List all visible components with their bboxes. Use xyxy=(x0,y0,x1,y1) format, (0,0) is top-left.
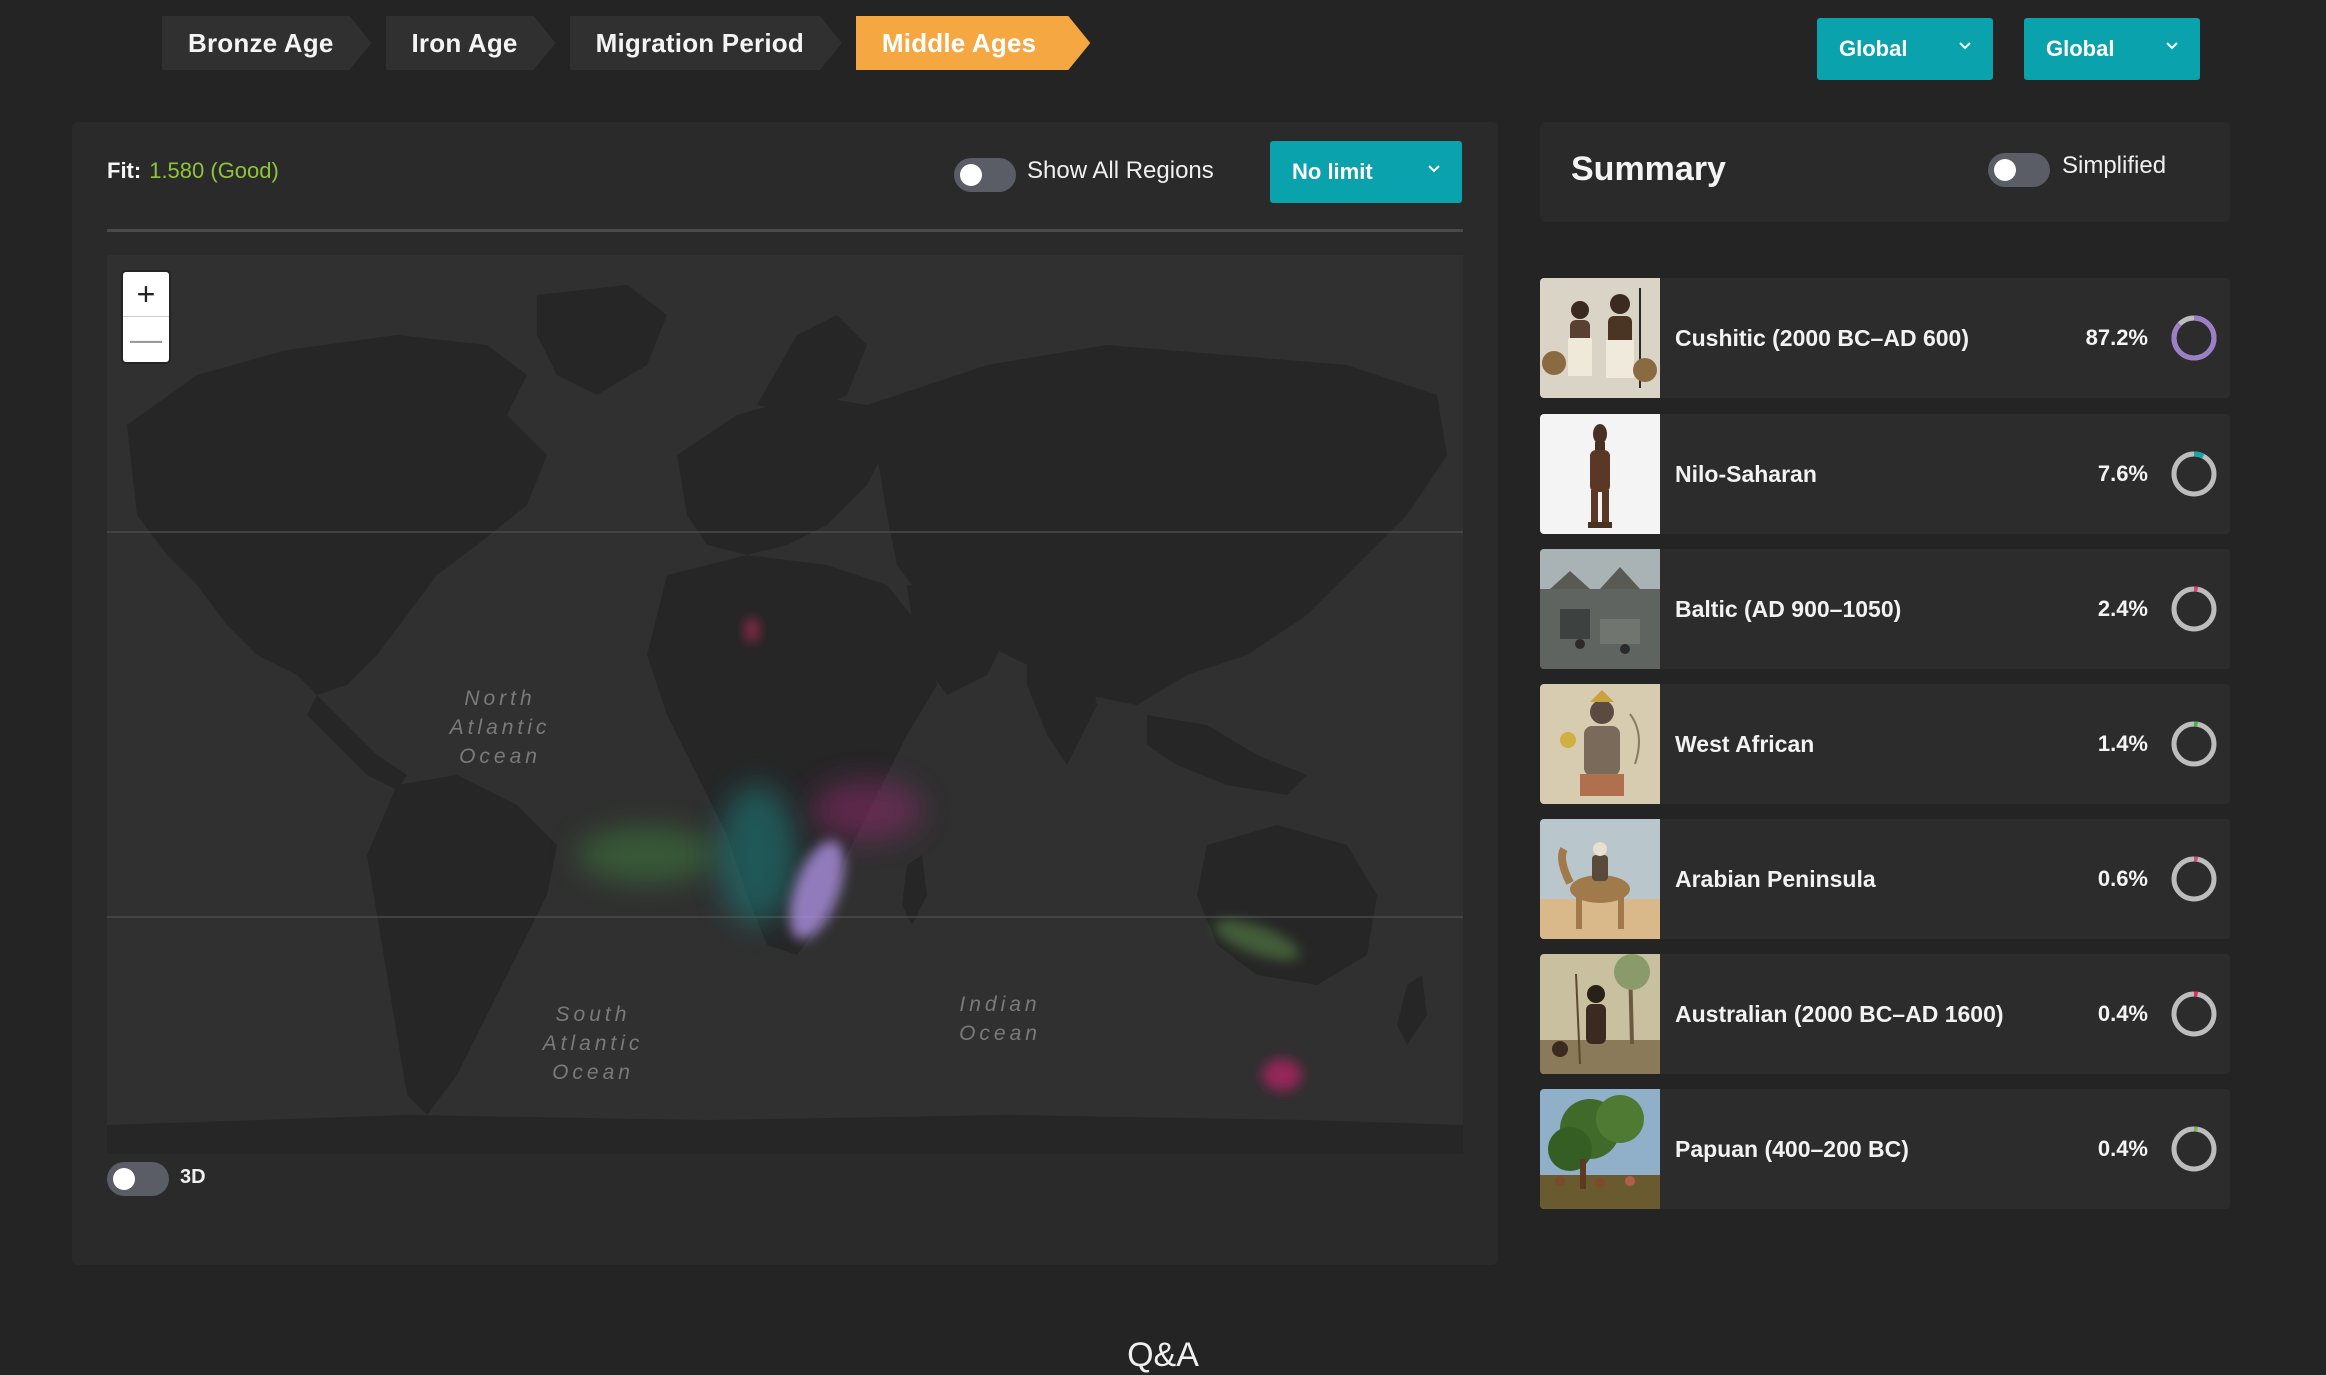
chevron-down-icon xyxy=(1428,165,1440,173)
ocean-label-south-atlantic: South Atlantic Ocean xyxy=(542,1003,644,1084)
summary-row[interactable]: West African 1.4% xyxy=(1540,684,2230,804)
summary-row[interactable]: Australian (2000 BC–AD 1600) 0.4% xyxy=(1540,954,2230,1074)
toggle-knob xyxy=(960,164,982,186)
summary-row[interactable]: Nilo-Saharan 7.6% xyxy=(1540,414,2230,534)
toggle-3d-label: 3D xyxy=(180,1166,206,1188)
population-thumbnail xyxy=(1540,414,1660,534)
toggle-knob xyxy=(1994,159,2016,181)
toggle-3d[interactable] xyxy=(107,1162,169,1196)
region-select-1[interactable]: Global xyxy=(1817,18,1993,80)
donut-chart-icon xyxy=(2171,991,2217,1037)
donut-chart-icon xyxy=(2171,721,2217,767)
population-name: Cushitic (2000 BC–AD 600) xyxy=(1675,325,1969,351)
zoom-control: + — xyxy=(123,272,169,362)
donut-chart-icon xyxy=(2171,315,2217,361)
panel-divider xyxy=(107,229,1463,232)
zoom-in-button[interactable]: + xyxy=(123,272,169,317)
population-name: Papuan (400–200 BC) xyxy=(1675,1136,1909,1162)
fit-value: 1.580 (Good) xyxy=(149,158,279,183)
population-name: Australian (2000 BC–AD 1600) xyxy=(1675,1001,2004,1027)
population-percent: 2.4% xyxy=(2097,596,2148,621)
limit-select-value: No limit xyxy=(1292,159,1373,184)
toggle-knob xyxy=(113,1168,135,1190)
era-tab-migration-period[interactable]: Migration Period xyxy=(570,16,842,70)
region-select-1-value: Global xyxy=(1839,36,1908,61)
donut-chart-icon xyxy=(2171,586,2217,632)
zoom-out-button[interactable]: — xyxy=(123,317,169,361)
era-breadcrumb: Bronze Age Iron Age Migration Period Mid… xyxy=(162,16,1104,70)
era-tab-bronze-age[interactable]: Bronze Age xyxy=(162,16,372,70)
fit-label: Fit: xyxy=(107,158,142,183)
population-thumbnail xyxy=(1540,819,1660,939)
era-tab-iron-age[interactable]: Iron Age xyxy=(386,16,556,70)
fit-score: Fit: 1.580 (Good) xyxy=(107,158,279,184)
summary-row[interactable]: Arabian Peninsula 0.6% xyxy=(1540,819,2230,939)
population-percent: 0.4% xyxy=(2097,1136,2148,1161)
simplified-label: Simplified xyxy=(2062,152,2167,179)
population-percent: 7.6% xyxy=(2097,461,2148,486)
region-select-2-value: Global xyxy=(2046,36,2115,61)
population-percent: 87.2% xyxy=(2085,325,2148,350)
limit-select[interactable]: No limit xyxy=(1270,141,1462,203)
era-tab-middle-ages[interactable]: Middle Ages xyxy=(856,16,1090,70)
ocean-label-north-atlantic: North Atlantic Ocean xyxy=(449,687,551,768)
summary-row[interactable]: Cushitic (2000 BC–AD 600) 87.2% xyxy=(1540,278,2230,398)
summary-title: Summary xyxy=(1571,150,1726,188)
population-name: Nilo-Saharan xyxy=(1675,461,1817,487)
show-all-regions-toggle[interactable] xyxy=(954,158,1016,192)
chevron-down-icon xyxy=(1959,42,1971,50)
population-thumbnail xyxy=(1540,954,1660,1074)
show-all-regions-label: Show All Regions xyxy=(1027,157,1214,184)
world-map[interactable] xyxy=(107,255,1463,1154)
simplified-toggle[interactable] xyxy=(1988,153,2050,187)
donut-chart-icon xyxy=(2171,856,2217,902)
summary-row[interactable]: Papuan (400–200 BC) 0.4% xyxy=(1540,1089,2230,1209)
population-thumbnail xyxy=(1540,684,1660,804)
donut-chart-icon xyxy=(2171,1126,2217,1172)
population-thumbnail xyxy=(1540,1089,1660,1209)
population-percent: 0.4% xyxy=(2097,1001,2148,1026)
population-name: Baltic (AD 900–1050) xyxy=(1675,596,1902,622)
chevron-down-icon xyxy=(2166,42,2178,50)
qa-heading: Q&A xyxy=(1127,1336,1199,1374)
donut-chart-icon xyxy=(2171,451,2217,497)
population-name: Arabian Peninsula xyxy=(1675,866,1876,892)
population-name: West African xyxy=(1675,731,1815,757)
world-map-svg xyxy=(107,255,1463,1154)
population-percent: 0.6% xyxy=(2097,866,2148,891)
ocean-label-indian: Indian Ocean xyxy=(959,993,1041,1045)
population-thumbnail xyxy=(1540,278,1660,398)
population-thumbnail xyxy=(1540,549,1660,669)
summary-row[interactable]: Baltic (AD 900–1050) 2.4% xyxy=(1540,549,2230,669)
region-select-2[interactable]: Global xyxy=(2024,18,2200,80)
population-percent: 1.4% xyxy=(2097,731,2148,756)
